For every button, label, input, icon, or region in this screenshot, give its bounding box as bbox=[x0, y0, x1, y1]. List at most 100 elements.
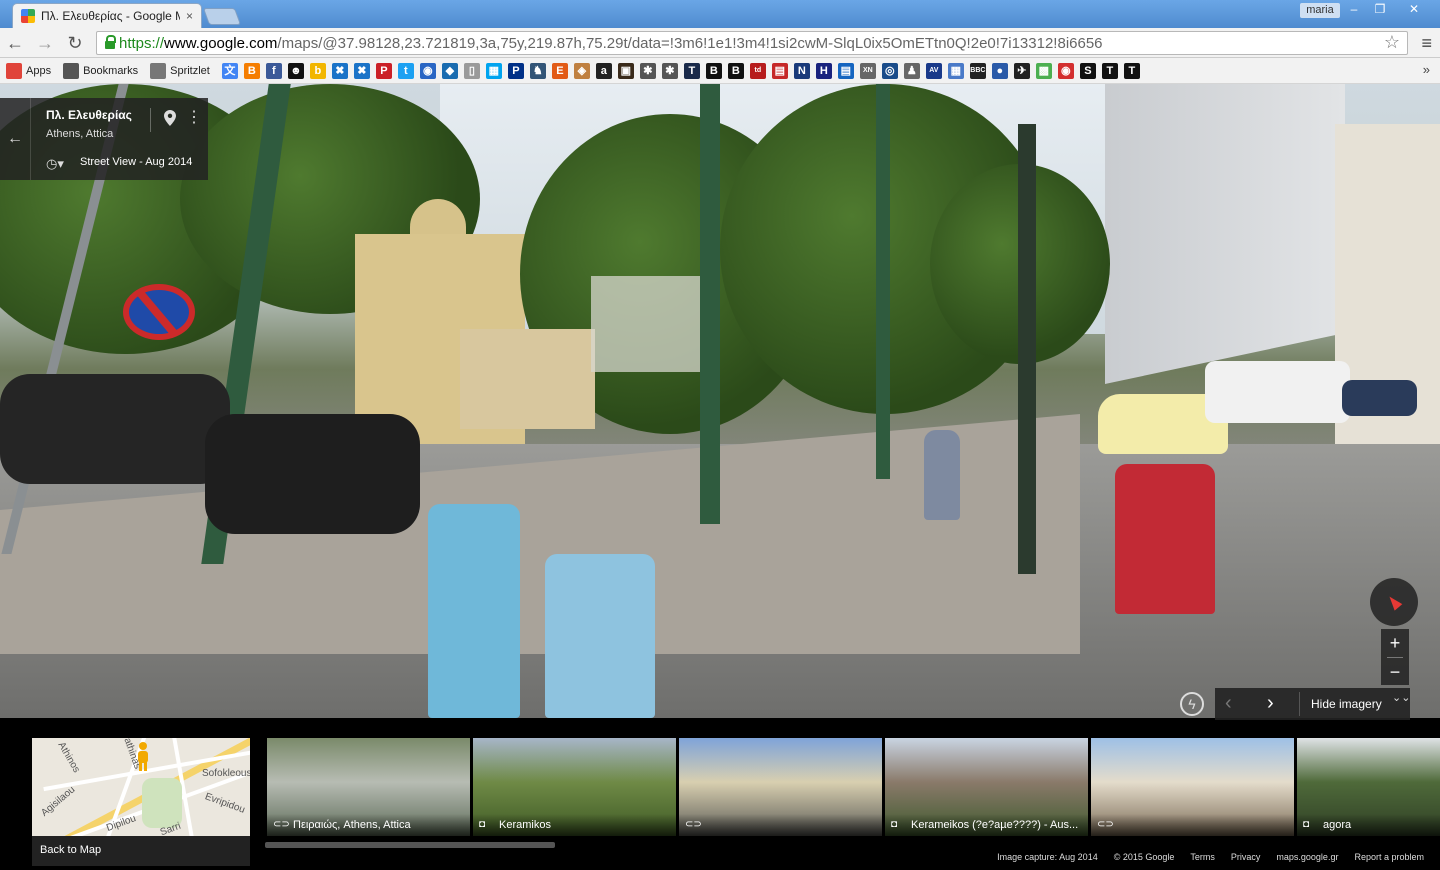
footer-item[interactable]: Report a problem bbox=[1354, 852, 1424, 862]
red-disc-icon[interactable]: ◉ bbox=[1057, 62, 1074, 79]
browser-tab-active[interactable]: Πλ. Ελευθερίας - Google Map × bbox=[12, 3, 202, 28]
double-chevron-down-icon[interactable]: ⌄⌄ bbox=[1392, 693, 1410, 704]
hide-imagery-button[interactable]: Hide imagery bbox=[1311, 697, 1382, 711]
cube-icon[interactable]: ◆ bbox=[441, 62, 458, 79]
tab-title: Πλ. Ελευθερίας - Google Map bbox=[41, 9, 180, 23]
browser-toolbar: ← → ↻ https://www.google.com/maps/@37.98… bbox=[0, 28, 1440, 58]
footer-item[interactable]: maps.google.gr bbox=[1276, 852, 1338, 862]
circle-logo-icon[interactable]: ◎ bbox=[881, 62, 898, 79]
squares-icon[interactable]: ▩ bbox=[1035, 62, 1052, 79]
next-image-button[interactable]: › bbox=[1267, 692, 1274, 715]
twitter-icon[interactable]: t bbox=[397, 62, 414, 79]
thumbnail-caption: ◘ Keramikos bbox=[473, 814, 676, 836]
zoom-out-button[interactable]: − bbox=[1381, 658, 1409, 686]
scene-pole bbox=[700, 84, 720, 524]
map-pin-icon[interactable] bbox=[164, 110, 176, 126]
toc-icon[interactable]: T bbox=[683, 62, 700, 79]
filmstrip-thumbnail[interactable]: ◘ agora bbox=[1297, 738, 1440, 836]
round-logo-icon[interactable]: ● bbox=[991, 62, 1008, 79]
zoom-in-button[interactable]: + bbox=[1381, 629, 1409, 657]
facebook-icon[interactable]: f bbox=[265, 62, 282, 79]
bbc-icon[interactable]: BBC bbox=[969, 62, 986, 79]
scene-pole bbox=[876, 84, 890, 479]
blogger-icon[interactable]: B bbox=[243, 62, 260, 79]
b-bold2-icon[interactable]: B bbox=[727, 62, 744, 79]
filmstrip-thumbnail[interactable]: ⊂⊃ Πειραιώς, Athens, Attica bbox=[267, 738, 470, 836]
xn-icon[interactable]: XN bbox=[859, 62, 876, 79]
grid-logo-icon[interactable]: ▦ bbox=[947, 62, 964, 79]
history-clock-icon[interactable]: ◷▾ bbox=[46, 156, 64, 172]
news2-icon[interactable]: ▤ bbox=[837, 62, 854, 79]
filmstrip-thumbnail[interactable]: ⊂⊃ bbox=[679, 738, 882, 836]
no-parking-sign bbox=[123, 284, 195, 340]
filmstrip-thumbnail[interactable]: ◘ Kerameikos (?e?aµe????) - Aus... bbox=[885, 738, 1088, 836]
address-bar[interactable]: https://www.google.com/maps/@37.98128,23… bbox=[96, 31, 1408, 55]
back-button[interactable]: ← bbox=[4, 32, 26, 54]
panorama-icon: ⊂⊃ bbox=[685, 819, 702, 830]
compass-button[interactable] bbox=[1370, 578, 1418, 626]
n-icon[interactable]: N bbox=[793, 62, 810, 79]
bookmark-apps[interactable]: Apps bbox=[6, 62, 51, 79]
bookmarks-overflow-icon[interactable]: » bbox=[1423, 62, 1430, 77]
bookmark-bookmarks[interactable]: Bookmarks bbox=[63, 62, 138, 79]
street-view-panorama[interactable] bbox=[0, 84, 1440, 718]
h-icon[interactable]: H bbox=[815, 62, 832, 79]
place-subtitle: Athens, Attica bbox=[46, 128, 114, 140]
pinterest-icon[interactable]: P bbox=[375, 62, 392, 79]
knight-icon[interactable]: ♞ bbox=[529, 62, 546, 79]
profile-user-button[interactable]: maria bbox=[1300, 3, 1340, 18]
chrome-menu-icon[interactable]: ≡ bbox=[1421, 33, 1432, 54]
nyt2-icon[interactable]: T bbox=[1123, 62, 1140, 79]
close-window-button[interactable]: ✕ bbox=[1394, 0, 1434, 18]
bird-icon[interactable]: ✈ bbox=[1013, 62, 1030, 79]
page2-icon[interactable]: ▯ bbox=[463, 62, 480, 79]
nyt-icon[interactable]: T bbox=[1101, 62, 1118, 79]
figure-icon[interactable]: ♟ bbox=[903, 62, 920, 79]
av-icon[interactable]: AV bbox=[925, 62, 942, 79]
thumbnail-label: Kerameikos (?e?aµe????) - Aus... bbox=[911, 819, 1079, 831]
smiley-icon[interactable]: ☻ bbox=[287, 62, 304, 79]
paypal-icon[interactable]: P bbox=[507, 62, 524, 79]
bookmark-star-icon[interactable]: ☆ bbox=[1384, 32, 1400, 53]
wrench2-icon[interactable]: ✱ bbox=[661, 62, 678, 79]
cross2-icon[interactable]: ✖ bbox=[353, 62, 370, 79]
minimize-button[interactable]: – bbox=[1342, 0, 1366, 18]
filmstrip-scrollbar[interactable] bbox=[265, 842, 555, 848]
filmstrip-thumbnail[interactable]: ⊂⊃ bbox=[1091, 738, 1294, 836]
pegman-icon[interactable] bbox=[136, 742, 150, 772]
scene-lamp-post bbox=[1018, 124, 1036, 574]
minimap[interactable]: Sofokleous Evripidou Agisilaou athinas D… bbox=[32, 738, 250, 836]
e-icon[interactable]: E bbox=[551, 62, 568, 79]
footer-item[interactable]: Terms bbox=[1190, 852, 1215, 862]
footer-item[interactable]: Privacy bbox=[1231, 852, 1261, 862]
prev-image-button[interactable]: ‹ bbox=[1225, 692, 1232, 715]
new-tab-button[interactable] bbox=[202, 8, 242, 25]
news-icon[interactable]: ▤ bbox=[771, 62, 788, 79]
reload-button[interactable]: ↻ bbox=[64, 32, 86, 54]
windows-icon[interactable]: ▦ bbox=[485, 62, 502, 79]
wrench-icon[interactable]: ✱ bbox=[639, 62, 656, 79]
imagery-separator bbox=[1299, 692, 1300, 716]
tab-close-icon[interactable]: × bbox=[186, 9, 193, 23]
b-bold-icon[interactable]: B bbox=[705, 62, 722, 79]
briefcase-icon[interactable]: ▣ bbox=[617, 62, 634, 79]
translate-icon[interactable]: 文 bbox=[221, 62, 238, 79]
s-icon[interactable]: S bbox=[1079, 62, 1096, 79]
url-host: www.google.com bbox=[164, 34, 278, 52]
maximize-button[interactable]: ❐ bbox=[1368, 0, 1392, 18]
bing-icon[interactable]: b bbox=[309, 62, 326, 79]
cross-icon[interactable]: ✖ bbox=[331, 62, 348, 79]
bookmark-spritzlet[interactable]: Spritzlet bbox=[150, 62, 210, 79]
scene-motorcyclist bbox=[1115, 464, 1215, 614]
td-icon[interactable]: td bbox=[749, 62, 766, 79]
amazon-icon[interactable]: a bbox=[595, 62, 612, 79]
back-to-map-button[interactable]: Back to Map bbox=[32, 836, 250, 866]
tag-icon[interactable]: ◈ bbox=[573, 62, 590, 79]
globe-icon[interactable]: ◉ bbox=[419, 62, 436, 79]
filmstrip-thumbnail[interactable]: ◘ Keramikos bbox=[473, 738, 676, 836]
lightning-icon[interactable]: ϟ bbox=[1180, 692, 1204, 716]
panorama-icon: ⊂⊃ bbox=[1097, 819, 1114, 830]
back-arrow-icon[interactable]: ← bbox=[7, 130, 23, 148]
more-options-icon[interactable]: ⋮ bbox=[186, 110, 202, 126]
forward-button[interactable]: → bbox=[34, 32, 56, 54]
